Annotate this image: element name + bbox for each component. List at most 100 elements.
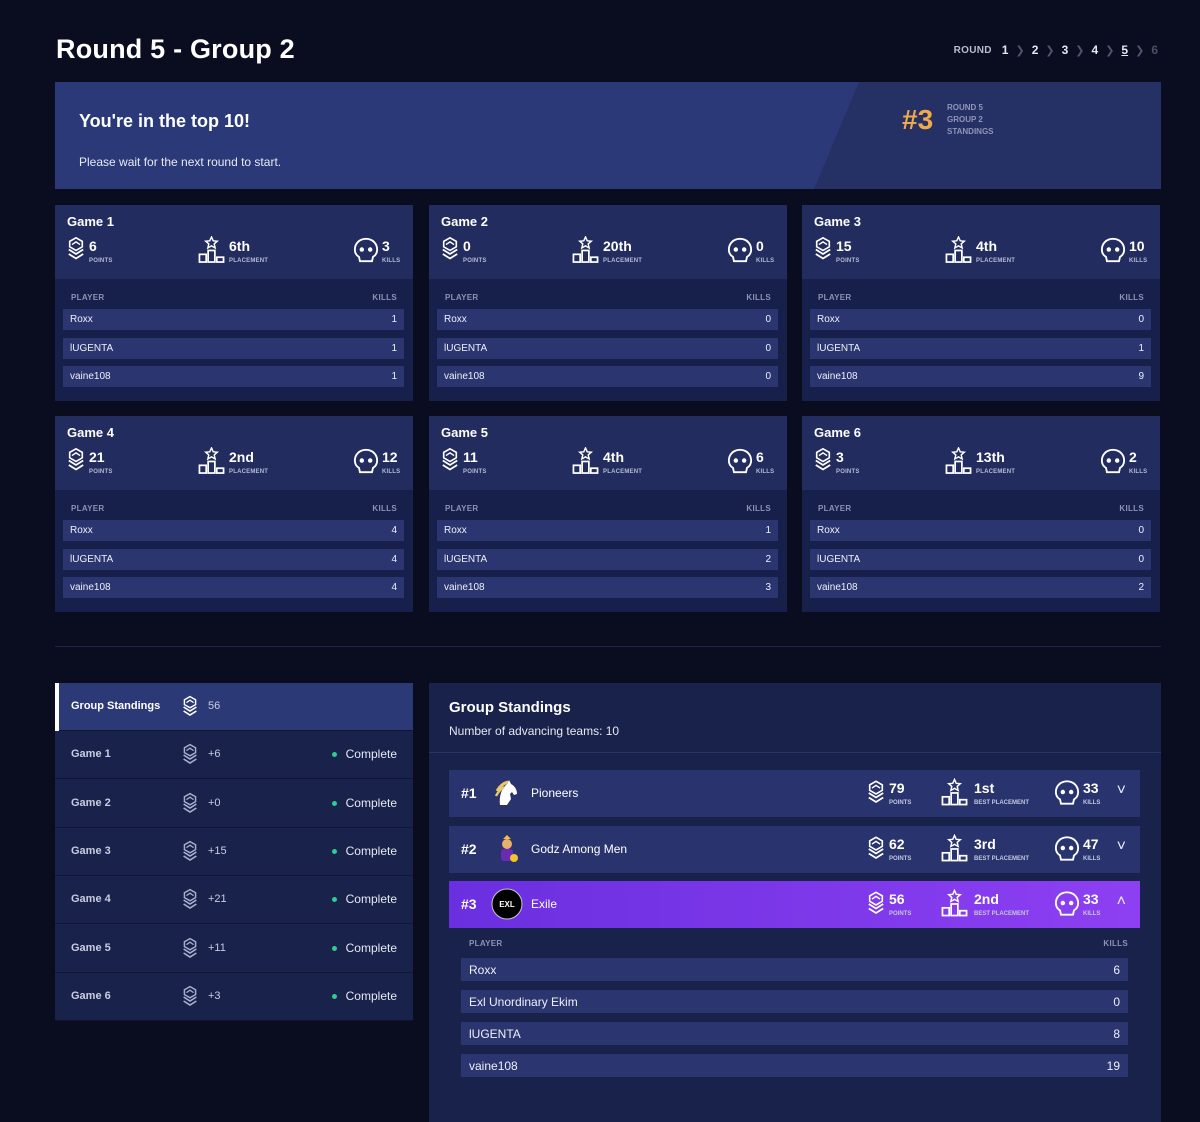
chevron-down-icon[interactable]: ˅ bbox=[1117, 838, 1126, 856]
list-item-label: Game 6 bbox=[71, 989, 111, 1002]
player-kills: 4 bbox=[391, 582, 397, 593]
status-dot-icon bbox=[332, 752, 337, 758]
player-kills: 0 bbox=[765, 371, 771, 382]
points-icon bbox=[182, 840, 198, 869]
page-title: Round 5 - Group 2 bbox=[56, 34, 295, 64]
status-banner: You're in the top 10! Please wait for th… bbox=[55, 82, 1161, 189]
standings-title: Group Standings bbox=[449, 699, 571, 716]
game-placement-stat: 4th PLACEMENT bbox=[572, 447, 642, 475]
game-points-caption: POINTS bbox=[463, 469, 487, 475]
team-best-placement-value: 1st bbox=[974, 780, 995, 796]
team-best-placement-stat: 2nd BEST PLACEMENT bbox=[941, 889, 1029, 922]
game-card-summary: Game 1 6 POINTS 6th PLACEMENT 3 KILLS bbox=[55, 205, 413, 279]
chevron-down-icon[interactable]: ˅ bbox=[1117, 782, 1126, 800]
team-row[interactable]: #2 Godz Among Men 62 POINTS 3rd BEST PLACEMEN… bbox=[449, 825, 1140, 873]
banner-rank-caption: ROUND 5 GROUP 2 STANDINGS bbox=[947, 103, 994, 136]
player-column-header: PLAYER bbox=[71, 293, 105, 302]
team-row[interactable]: #1 Pioneers 79 POINTS 1st BEST PLACEMENT 33 KIL… bbox=[449, 770, 1140, 817]
player-row: Roxx 0 bbox=[810, 309, 1151, 330]
banner-message: Please wait for the next round to start. bbox=[79, 155, 282, 169]
player-kills: 1 bbox=[1138, 342, 1144, 354]
game-points-value: 15 bbox=[836, 238, 852, 254]
list-item-game[interactable]: Game 6 +3 Complete bbox=[55, 973, 413, 1021]
round-link-2[interactable]: 2 bbox=[1032, 43, 1039, 57]
game-points-stat: 11 POINTS bbox=[441, 447, 486, 475]
player-name: vaine108 bbox=[817, 582, 858, 593]
game-placement-caption: PLACEMENT bbox=[603, 469, 643, 475]
player-kills: 0 bbox=[765, 314, 771, 325]
team-rank: #2 bbox=[461, 840, 477, 857]
list-item-points: +3 bbox=[208, 989, 221, 1002]
player-column-header: PLAYER bbox=[818, 293, 852, 302]
player-name: Roxx bbox=[70, 525, 93, 536]
game-placement-caption: PLACEMENT bbox=[603, 258, 643, 264]
game-card: Game 4 21 POINTS 2nd PLACEMENT 12 KILLS PLAYER K… bbox=[55, 416, 413, 612]
kills-column-header: KILLS bbox=[746, 504, 771, 513]
player-name: lUGENTA bbox=[817, 553, 861, 565]
skull-icon bbox=[1100, 447, 1126, 475]
game-card: Game 1 6 POINTS 6th PLACEMENT 3 KILLS PLAYER KIL… bbox=[55, 205, 413, 401]
list-item-label: Game 4 bbox=[71, 893, 111, 906]
player-row: lUGENTA 2 bbox=[437, 548, 778, 570]
list-item-label: Game 5 bbox=[71, 941, 111, 954]
game-kills-caption: KILLS bbox=[382, 258, 401, 264]
game-kills-caption: KILLS bbox=[1129, 469, 1148, 475]
list-item-group-standings[interactable]: Group Standings 56 bbox=[55, 683, 413, 731]
team-name: Exile bbox=[531, 897, 558, 911]
team-kills-value: 47 bbox=[1083, 835, 1099, 852]
list-item-game[interactable]: Game 5 +11 Complete bbox=[55, 925, 413, 973]
team-kills-caption: KILLS bbox=[1083, 911, 1101, 917]
player-row: lUGENTA 1 bbox=[63, 337, 404, 359]
skull-icon bbox=[1100, 236, 1126, 264]
list-item-points: +6 bbox=[208, 748, 221, 761]
skull-icon bbox=[353, 447, 379, 475]
character-logo-icon bbox=[491, 833, 523, 865]
game-title: Game 3 bbox=[814, 214, 861, 229]
horse-logo-icon bbox=[491, 777, 523, 809]
points-icon bbox=[182, 792, 198, 821]
podium-icon bbox=[198, 447, 225, 474]
chevron-up-icon[interactable]: ˄ bbox=[1117, 893, 1126, 911]
game-placement-stat: 13th PLACEMENT bbox=[945, 447, 1015, 475]
player-name: Roxx bbox=[444, 525, 467, 536]
player-row: Roxx 0 bbox=[437, 309, 778, 330]
team-best-placement-value: 2nd bbox=[974, 891, 999, 907]
game-card: Game 5 11 POINTS 4th PLACEMENT 6 KILLS PLAYER KI… bbox=[429, 416, 787, 612]
list-item-points: +15 bbox=[208, 844, 227, 857]
game-points-caption: POINTS bbox=[463, 258, 487, 264]
podium-icon bbox=[945, 447, 972, 474]
points-icon bbox=[814, 236, 832, 263]
game-kills-caption: KILLS bbox=[756, 469, 775, 475]
team-points-caption: POINTS bbox=[889, 911, 912, 917]
game-kills-stat: 10 KILLS bbox=[1100, 236, 1147, 264]
list-item-game[interactable]: Game 2 +0 Complete bbox=[55, 780, 413, 828]
list-item-game[interactable]: Game 4 +21 Complete bbox=[55, 876, 413, 925]
game-points-caption: POINTS bbox=[89, 258, 113, 264]
list-item-game[interactable]: Game 1 +6 Complete bbox=[55, 731, 413, 780]
round-link-3[interactable]: 3 bbox=[1062, 43, 1069, 57]
list-item-label: Game 1 bbox=[71, 748, 111, 761]
team-name: Godz Among Men bbox=[531, 841, 628, 856]
points-icon bbox=[867, 795, 885, 812]
round-link-4[interactable]: 4 bbox=[1092, 43, 1099, 57]
player-kills: 6 bbox=[1113, 963, 1120, 977]
game-points-value: 21 bbox=[89, 449, 105, 465]
game-points-caption: POINTS bbox=[89, 469, 113, 475]
player-column-header: PLAYER bbox=[445, 293, 479, 302]
player-kills: 2 bbox=[1138, 582, 1144, 593]
team-kills-caption: KILLS bbox=[1083, 800, 1101, 806]
banner-title: You're in the top 10! bbox=[79, 111, 250, 131]
team-row[interactable]: #3 EXL Exile 56 POINTS 2nd BEST PLACEMENT 33 KIL… bbox=[449, 881, 1140, 928]
game-list: Group Standings 56 Game 1 +6 Complete Game 2 +… bbox=[55, 683, 413, 1021]
list-item-game[interactable]: Game 3 +15 Complete bbox=[55, 828, 413, 876]
player-row: vaine108 1 bbox=[63, 366, 404, 387]
game-points-value: 11 bbox=[463, 449, 478, 465]
player-row: vaine108 4 bbox=[63, 577, 404, 598]
expanded-player-header: PLAYER bbox=[469, 939, 503, 948]
team-expanded-panel: PLAYER KILLS Roxx 6 Exl Unordinary Ekim 0 lU… bbox=[449, 928, 1140, 1078]
round-link-1[interactable]: 1 bbox=[1002, 43, 1009, 57]
round-link-5[interactable]: 5 bbox=[1121, 43, 1128, 57]
game-title: Game 2 bbox=[441, 214, 488, 229]
list-item-points: +21 bbox=[208, 893, 227, 906]
player-kills: 19 bbox=[1106, 1059, 1120, 1073]
